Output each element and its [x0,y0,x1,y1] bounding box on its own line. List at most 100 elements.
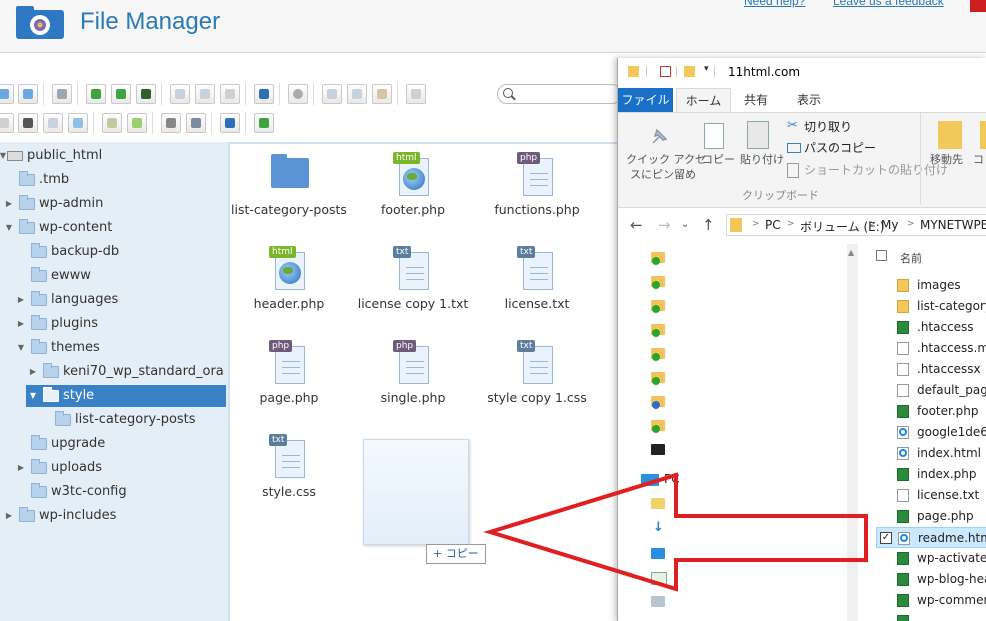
preview-icon[interactable] [288,84,308,104]
list-item[interactable]: wp-comment [876,590,986,611]
back-icon[interactable] [0,84,14,104]
file-item[interactable]: txt license.txt [478,238,596,330]
file-item[interactable]: txt style copy 1.css [478,332,596,424]
new-folder-icon[interactable] [684,66,695,77]
nav-scrollbar[interactable]: ▲ [847,244,858,621]
move-to-button[interactable]: 移動先 [930,153,963,167]
breadcrumb-item[interactable]: PC [765,218,781,232]
select-all-checkbox[interactable] [876,250,887,261]
forward-icon[interactable] [18,84,38,104]
sort-icon[interactable] [186,113,206,133]
pc-icon[interactable] [641,474,659,486]
folder-synced-icon[interactable] [651,276,665,289]
search-field[interactable] [497,84,622,104]
expand-icon[interactable]: ▶ [16,457,26,479]
delete-icon[interactable] [406,84,426,104]
paste-shortcut-button[interactable]: ショートカットの貼り付け [804,163,948,177]
copy-button[interactable]: コピー [702,153,735,167]
rename-icon[interactable] [43,113,63,133]
list-item[interactable]: .htaccessx [876,359,986,380]
tab-file[interactable]: ファイル [618,88,673,112]
folder-syncing-icon[interactable] [651,396,665,409]
list-item[interactable]: .htaccess [876,317,986,338]
paste-button[interactable]: 貼り付け [740,153,784,167]
tree-item-plugins[interactable]: ▶ plugins [0,313,226,335]
pin-quick-access-label-2[interactable]: スにピン留め [630,168,696,182]
file-item[interactable]: html footer.php [354,144,472,236]
icons-view-icon[interactable] [161,113,181,133]
tree-item-backup-db[interactable]: backup-db [0,241,226,263]
home-icon[interactable] [52,84,72,104]
expand-icon[interactable]: ▶ [16,313,26,335]
tree-item-themes[interactable]: ▼ themes [0,337,226,359]
up-arrow-icon[interactable]: ↑ [702,216,715,234]
tree-item-tmb[interactable]: .tmb [0,169,226,191]
list-item[interactable]: page.php [876,506,986,527]
duplicate-icon[interactable] [0,113,14,133]
list-item[interactable] [876,611,986,621]
collapse-icon[interactable]: ▼ [28,385,38,407]
scroll-up-icon[interactable]: ▲ [848,248,854,257]
edit-icon[interactable] [68,113,88,133]
tree-item-wp-admin[interactable]: ▶ wp-admin [0,193,226,215]
download-icon[interactable] [86,84,106,104]
cut-icon[interactable] [347,84,367,104]
expand-icon[interactable]: ▶ [4,193,14,215]
recent-locations-icon[interactable]: ⌄ [681,219,689,230]
tree-item-languages[interactable]: ▶ languages [0,289,226,311]
tree-item-wp-content[interactable]: ▼ wp-content [0,217,226,239]
list-item[interactable]: .htaccess.mov [876,338,986,359]
save-disabled-icon[interactable] [195,84,215,104]
list-item[interactable]: license.txt [876,485,986,506]
copy-icon[interactable] [322,84,342,104]
tab-view[interactable]: 表示 [782,88,836,112]
tab-share[interactable]: 共有 [732,88,780,112]
list-item[interactable]: footer.php [876,401,986,422]
collapse-icon[interactable]: ▼ [16,337,26,359]
archive-icon[interactable] [127,113,147,133]
folder-synced-icon[interactable] [651,252,665,265]
file-item[interactable]: txt style.css [230,426,348,518]
help-link[interactable]: Need help? [744,0,805,8]
list-item[interactable]: images [876,275,986,296]
tree-item-wp-includes[interactable]: ▶ wp-includes [0,505,226,527]
tree-item-list-category-posts[interactable]: list-category-posts [0,409,226,431]
file-item[interactable]: php single.php [354,332,472,424]
list-item[interactable]: index.php [876,464,986,485]
file-item[interactable]: txt license copy 1.txt [354,238,472,330]
back-arrow-icon[interactable]: ← [630,216,643,234]
paste-icon[interactable] [372,84,392,104]
select-all-icon[interactable] [18,113,38,133]
customize-toolbar-icon[interactable]: ▾ [704,64,709,74]
select-icon[interactable] [220,84,240,104]
extract-icon[interactable] [102,113,122,133]
info-icon[interactable] [254,84,274,104]
folder-synced-icon[interactable] [651,420,665,433]
forward-arrow-icon[interactable]: → [658,216,671,234]
desktop-icon[interactable] [651,498,665,509]
collapse-icon[interactable]: ▼ [4,217,14,239]
pin-quick-access-label[interactable]: クイック アクセ [626,153,706,167]
copy-to-button[interactable]: コピ [973,153,986,167]
file-item[interactable]: html header.php [230,238,348,330]
file-item[interactable]: php functions.php [478,144,596,236]
folder-synced-icon[interactable] [651,372,665,385]
tree-item-ewww[interactable]: ewww [0,265,226,287]
list-item[interactable]: wp-activate.p [876,548,986,569]
file-item-folder[interactable]: list-category-posts [230,144,348,236]
save-icon[interactable] [136,84,156,104]
nav-item-pc[interactable]: PC [664,472,680,486]
fullscreen-icon[interactable] [254,113,274,133]
list-item[interactable]: list-category- [876,296,986,317]
folder-synced-icon[interactable] [651,300,665,313]
folder-synced-icon[interactable] [651,324,665,337]
documents-icon[interactable] [651,548,665,559]
tab-home[interactable]: ホーム [676,88,731,112]
expand-icon[interactable]: ▶ [16,289,26,311]
list-item[interactable]: default_page [876,380,986,401]
list-item[interactable]: wp-blog-hea [876,569,986,590]
list-item[interactable]: index.html [876,443,986,464]
list-item-selected[interactable]: ✓ readme.html [876,527,986,548]
pictures-icon[interactable] [651,596,665,607]
tree-item-style[interactable]: ▼ style [26,385,226,407]
